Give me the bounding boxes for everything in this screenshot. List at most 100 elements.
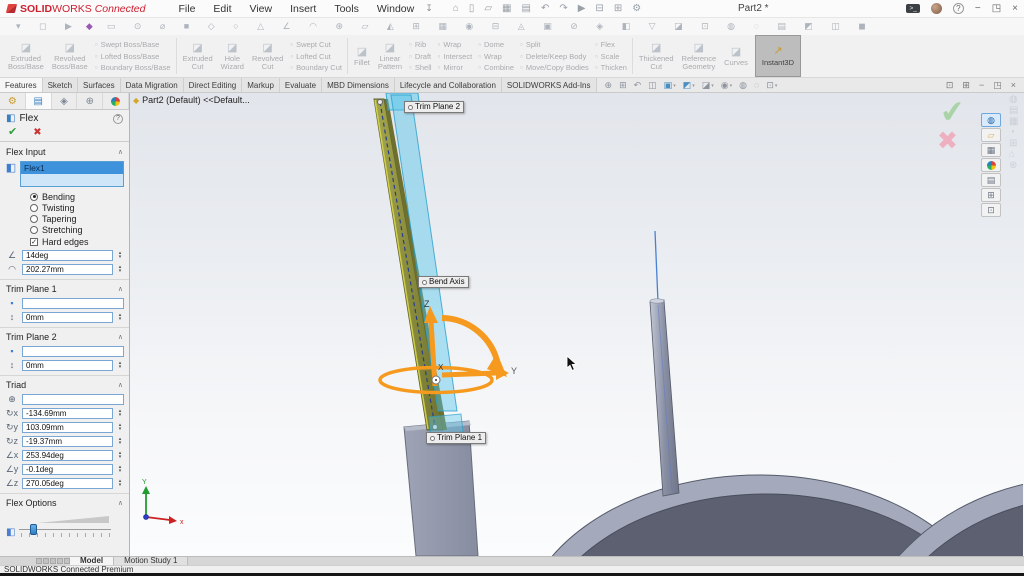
select-icon[interactable]: ▶: [578, 3, 586, 14]
triad-rotate-z-spinner[interactable]: [116, 479, 124, 488]
command-prompt-icon[interactable]: >_: [906, 4, 919, 13]
pane-split-icon[interactable]: ⊡: [946, 80, 954, 91]
doc-close-icon[interactable]: ×: [1011, 80, 1016, 90]
menu-edit[interactable]: Edit: [204, 3, 240, 15]
swept-boss-base-button[interactable]: Swept Boss/Base: [95, 40, 171, 49]
pane-layout-icon[interactable]: ⊞: [962, 80, 970, 91]
tab-direct-editing[interactable]: Direct Editing: [184, 78, 243, 92]
hole-wizard-button[interactable]: ◪Hole Wizard: [217, 35, 248, 77]
lofted-boss-base-button[interactable]: Lofted Boss/Base: [95, 52, 171, 61]
mirror-button[interactable]: Mirror: [438, 63, 473, 72]
tab-lifecycle-collaboration[interactable]: Lifecycle and Collaboration: [395, 78, 502, 92]
triad-rotate-x-input[interactable]: 253.94deg: [22, 450, 113, 461]
split-button[interactable]: Split: [520, 40, 589, 49]
instant3d-button[interactable]: ↗Instant3D: [755, 35, 801, 77]
tab-display-manager[interactable]: [103, 93, 129, 109]
toolbar-icons[interactable]: ▾ ◻ ▶: [16, 21, 80, 32]
bend-radius-spinner[interactable]: [116, 265, 124, 274]
tab-features[interactable]: Features: [0, 78, 43, 92]
apply-scene-icon[interactable]: ◌: [754, 80, 759, 90]
extruded-cut-button[interactable]: ◪Extruded Cut: [179, 35, 217, 77]
triad-z-input[interactable]: -19.37mm: [22, 436, 113, 447]
tab-solidworks-add-ins[interactable]: SOLIDWORKS Add-Ins: [502, 78, 597, 92]
custom-properties-icon[interactable]: ▤: [981, 173, 1001, 187]
triad-header[interactable]: Triad: [0, 375, 129, 392]
fillet-button[interactable]: ◪Fillet: [350, 35, 374, 77]
move-copy-bodies-button[interactable]: Move/Copy Bodies: [520, 63, 589, 72]
zoom-area-icon[interactable]: ⊞: [619, 80, 627, 91]
motion-study-tab[interactable]: Motion Study 1: [114, 557, 188, 565]
graphics-viewport[interactable]: Z Y X Y x ◆ Part2 (Default) <<: [130, 93, 1024, 556]
tab-evaluate[interactable]: Evaluate: [280, 78, 322, 92]
menu-file[interactable]: File: [169, 3, 204, 15]
revolved-boss-base-button[interactable]: ◪Revolved Boss/Base: [48, 35, 92, 77]
triad-z-spinner[interactable]: [116, 437, 124, 446]
file-properties-icon[interactable]: ⊞: [614, 3, 622, 14]
thicken-button[interactable]: Thicken: [595, 63, 627, 72]
options-gear-icon[interactable]: ⚙: [632, 3, 641, 14]
model-tab[interactable]: Model: [70, 557, 114, 565]
view-orientation-icon[interactable]: ◩: [683, 80, 695, 91]
menu-view[interactable]: View: [241, 3, 282, 15]
intersect-button[interactable]: Intersect: [438, 52, 473, 61]
triad-y-input[interactable]: 103.09mm: [22, 422, 113, 433]
radio-twisting[interactable]: Twisting: [30, 203, 129, 212]
menu-insert[interactable]: Insert: [281, 3, 325, 15]
radio-bending[interactable]: Bending: [30, 192, 129, 201]
trim-plane-1-header[interactable]: Trim Plane 1: [0, 279, 129, 296]
part-tree-label[interactable]: Part2 (Default) <<Default...: [142, 95, 250, 105]
linear-pattern-button[interactable]: ◪Linear Pattern: [374, 35, 406, 77]
scale-button[interactable]: Scale: [595, 52, 627, 61]
wrap-button-2[interactable]: Wrap: [478, 52, 514, 61]
flex-toolbar-icon[interactable]: ◆: [86, 21, 101, 32]
menu-window[interactable]: Window: [368, 3, 423, 15]
tab-markup[interactable]: Markup: [242, 78, 280, 92]
tab-sketch[interactable]: Sketch: [43, 78, 78, 92]
help-icon[interactable]: ?: [953, 3, 964, 14]
draft-button[interactable]: Draft: [409, 52, 432, 61]
tab-property-manager[interactable]: ▤: [26, 93, 52, 109]
print-icon[interactable]: ▤: [521, 3, 530, 14]
zoom-fit-icon[interactable]: ⊕: [605, 80, 613, 91]
doc-minimize-icon[interactable]: −: [979, 80, 984, 90]
radio-tapering[interactable]: Tapering: [30, 214, 129, 223]
triad-y-spinner[interactable]: [116, 423, 124, 432]
boundary-cut-button[interactable]: Boundary Cut: [290, 63, 342, 72]
trim-plane-1-callout[interactable]: Trim Plane 1: [426, 432, 486, 444]
trim-plane-1-spinner[interactable]: [116, 313, 124, 322]
trim-plane-1-distance-input[interactable]: 0mm: [22, 312, 113, 323]
extruded-boss-base-button[interactable]: ◪Extruded Boss/Base: [4, 35, 48, 77]
trim-plane-2-header[interactable]: Trim Plane 2: [0, 327, 129, 344]
ok-button[interactable]: ✔: [8, 127, 17, 138]
thickened-cut-button[interactable]: ◪Thickened Cut: [635, 35, 678, 77]
home-icon[interactable]: ⌂: [453, 3, 459, 14]
home-tab-icon[interactable]: ◍: [981, 113, 1001, 127]
edit-appearance-icon[interactable]: ◍: [739, 80, 747, 91]
triad-rotate-y-spinner[interactable]: [116, 465, 124, 474]
wrap-button[interactable]: Wrap: [438, 40, 473, 49]
panel-help-icon[interactable]: ?: [113, 114, 123, 124]
swept-cut-button[interactable]: Swept Cut: [290, 40, 342, 49]
new-document-icon[interactable]: ▯: [469, 3, 475, 14]
appearance-icon[interactable]: ▣: [664, 80, 676, 91]
bend-axis-callout[interactable]: Bend Axis: [418, 276, 469, 288]
flyout-feature-tree[interactable]: ◆ Part2 (Default) <<Default...: [133, 95, 250, 105]
curves-button[interactable]: ◪Curves: [720, 35, 752, 77]
sketch-toolbar-icons[interactable]: ▭ ⊙ ⌀ ■ ◇ ○ △ ∠ ◠ ⊕ ▱ ◭ ⊞ ▦ ◉ ⊟ ◬ ▣ ⊘ ◈ …: [107, 21, 874, 32]
tab-configurations[interactable]: ◈: [52, 93, 78, 109]
flex-input-header[interactable]: Flex Input: [0, 143, 129, 159]
bend-angle-input[interactable]: 14deg: [22, 250, 113, 261]
triad-x-input[interactable]: -134.69mm: [22, 408, 113, 419]
screen-share-icon[interactable]: ⊡: [981, 203, 1001, 217]
tab-data-migration[interactable]: Data Migration: [121, 78, 184, 92]
design-library-icon[interactable]: ▦: [981, 143, 1001, 157]
bend-radius-input[interactable]: 202.27mm: [22, 264, 113, 275]
cancel-button[interactable]: ✖: [33, 127, 41, 138]
accuracy-slider[interactable]: [19, 516, 121, 538]
triad-reference-input[interactable]: [22, 394, 124, 405]
combine-button[interactable]: Combine: [478, 63, 514, 72]
section-view-icon[interactable]: ◫: [648, 80, 657, 91]
doc-restore-icon[interactable]: ◳: [993, 80, 1002, 91]
flex-options-header[interactable]: Flex Options: [0, 493, 129, 510]
triad-rotate-y-input[interactable]: -0.1deg: [22, 464, 113, 475]
